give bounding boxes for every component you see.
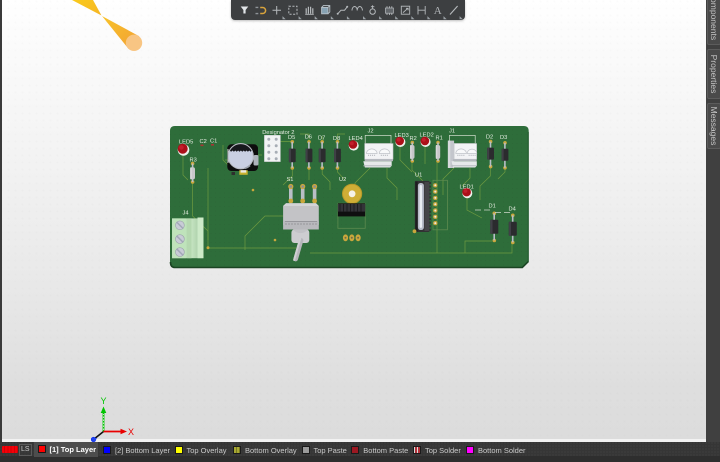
svg-text:D2: D2: [486, 134, 493, 140]
svg-text:J4: J4: [183, 211, 189, 217]
svg-text:J1: J1: [449, 128, 455, 134]
svg-text:D5: D5: [288, 135, 295, 141]
svg-text:R1: R1: [436, 136, 443, 142]
svg-text:X: X: [128, 427, 134, 437]
svg-text:D1: D1: [489, 203, 496, 209]
svg-text:D3: D3: [500, 135, 507, 141]
svg-text:D8: D8: [333, 136, 340, 142]
svg-text:D4: D4: [509, 206, 516, 212]
svg-text:D6: D6: [305, 134, 312, 140]
svg-text:A: A: [434, 5, 442, 17]
svg-text:R3: R3: [190, 158, 197, 164]
svg-text:LED2: LED2: [420, 132, 434, 138]
svg-text:S1: S1: [287, 177, 294, 183]
svg-text:LED5: LED5: [179, 140, 193, 146]
svg-text:C2: C2: [200, 139, 207, 145]
svg-text:LED4: LED4: [349, 136, 363, 142]
svg-text:Y: Y: [100, 396, 106, 406]
svg-text:J2: J2: [368, 128, 374, 134]
svg-text:U1: U1: [415, 173, 422, 179]
svg-text:LED1: LED1: [460, 184, 474, 190]
svg-text:R2: R2: [410, 136, 417, 142]
svg-text:D7: D7: [318, 135, 325, 141]
svg-text:C1: C1: [210, 139, 217, 145]
svg-text:LED3: LED3: [395, 133, 409, 139]
svg-text:U2: U2: [339, 177, 346, 183]
